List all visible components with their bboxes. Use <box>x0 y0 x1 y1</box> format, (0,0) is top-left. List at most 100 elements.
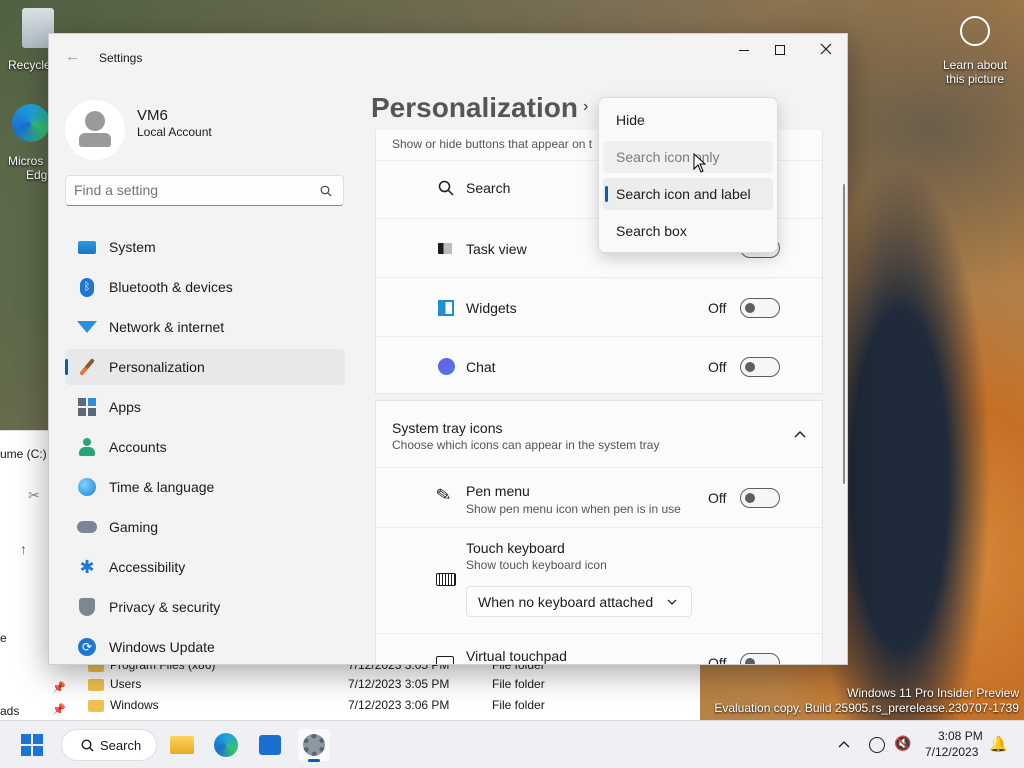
notifications-icon[interactable]: 🔔 <box>989 735 1008 753</box>
sidebar-item-accounts[interactable]: Accounts <box>65 429 345 465</box>
search-field[interactable] <box>65 175 344 206</box>
pin-icon: 📌 <box>52 682 66 694</box>
brush-icon <box>77 357 97 377</box>
system-tray-card: System tray icons Choose which icons can… <box>375 400 823 665</box>
chat-icon <box>438 358 455 375</box>
chevron-up-icon[interactable] <box>838 740 850 748</box>
taskbar-edge[interactable] <box>210 729 242 761</box>
camera-info-icon <box>960 16 990 46</box>
sidebar-item-label: Bluetooth & devices <box>109 279 233 295</box>
taskbar-items-desc: Show or hide buttons that appear on t <box>392 137 593 151</box>
chevron-up-icon[interactable] <box>794 430 806 438</box>
selection-indicator <box>605 186 608 202</box>
avatar[interactable] <box>65 100 125 160</box>
cut-icon[interactable]: ✂ <box>28 487 40 504</box>
taskbar-file-explorer[interactable] <box>166 729 198 761</box>
sidebar-item-bluetooth[interactable]: ᛒ Bluetooth & devices <box>65 269 345 305</box>
sidebar-item-apps[interactable]: Apps <box>65 389 345 425</box>
taskbar-store[interactable] <box>254 729 286 761</box>
explorer-side-label-1: e <box>0 631 7 645</box>
sidebar-item-label: Gaming <box>109 519 159 535</box>
mouse-cursor-icon <box>693 153 706 173</box>
menu-item-search-box[interactable]: Search box <box>603 215 773 247</box>
task-view-icon <box>438 243 452 254</box>
table-row[interactable]: Users 7/12/2023 3:05 PM File folder <box>88 677 545 691</box>
sidebar-item-gaming[interactable]: Gaming <box>65 509 345 545</box>
search-input[interactable] <box>74 182 304 198</box>
touchpad-icon <box>436 656 454 664</box>
virtual-touchpad-state: Off <box>708 655 727 665</box>
chat-toggle[interactable] <box>740 357 780 377</box>
sidebar-item-label: Apps <box>109 399 141 415</box>
pen-menu-desc: Show pen menu icon when pen is in use <box>466 502 681 516</box>
gear-icon <box>303 734 325 756</box>
chat-row[interactable]: Chat Off <box>376 336 822 394</box>
virtual-touchpad-row[interactable]: Virtual touchpad Off <box>376 633 822 665</box>
menu-item-search-icon-only[interactable]: Search icon only <box>603 141 773 173</box>
taskbar: Search 🔇 3:08 PM 7/12/2023 🔔 <box>0 720 1024 768</box>
widgets-toggle[interactable] <box>740 298 780 318</box>
update-icon: ⟳ <box>77 637 97 657</box>
scrollbar[interactable] <box>843 184 845 484</box>
account-type: Local Account <box>137 125 212 139</box>
monitor-icon <box>77 237 97 257</box>
learn-about-picture[interactable]: Learn about this picture <box>934 16 1016 86</box>
pen-menu-row[interactable]: ✎ Pen menu Show pen menu icon when pen i… <box>376 467 822 527</box>
sidebar-item-label: Accessibility <box>109 559 186 575</box>
start-button[interactable] <box>16 729 48 761</box>
virtual-touchpad-toggle[interactable] <box>740 653 780 664</box>
up-arrow-icon[interactable]: ↑ <box>20 541 27 557</box>
task-view-label: Task view <box>466 241 527 257</box>
menu-item-search-icon-and-label[interactable]: Search icon and label <box>603 178 773 210</box>
back-icon[interactable]: ← <box>65 48 80 65</box>
sidebar-item-accessibility[interactable]: ✱ Accessibility <box>65 549 345 585</box>
sidebar-item-windows-update[interactable]: ⟳ Windows Update <box>65 629 345 664</box>
pen-menu-title: Pen menu <box>466 483 530 499</box>
volume-muted-icon[interactable]: 🔇 <box>894 735 911 752</box>
sidebar-item-label: System <box>109 239 156 255</box>
sidebar-item-system[interactable]: System <box>65 229 345 265</box>
sidebar-item-label: Personalization <box>109 359 205 375</box>
chat-label: Chat <box>466 359 496 375</box>
sidebar-item-label: Windows Update <box>109 639 215 655</box>
touch-keyboard-dropdown[interactable]: When no keyboard attached <box>466 586 692 617</box>
sidebar-item-network[interactable]: Network & internet <box>65 309 345 345</box>
pen-menu-state: Off <box>708 490 727 506</box>
watermark-line-1: Windows 11 Pro Insider Preview <box>847 686 1019 700</box>
chevron-down-icon <box>667 599 677 605</box>
watermark-line-2: Evaluation copy. Build 25905.rs_prerelea… <box>714 701 1019 715</box>
system-tray-header[interactable]: System tray icons Choose which icons can… <box>376 401 822 467</box>
folder-icon <box>170 736 194 754</box>
network-icon[interactable] <box>869 737 885 753</box>
taskbar-search-label: Search <box>100 738 142 753</box>
taskbar-search-button[interactable]: Search <box>61 729 157 761</box>
sidebar-item-label: Accounts <box>109 439 167 455</box>
sidebar-item-label: Time & language <box>109 479 215 495</box>
pen-menu-toggle[interactable] <box>740 488 780 508</box>
touch-keyboard-row[interactable]: Touch keyboard Show touch keyboard icon … <box>376 527 822 633</box>
controller-icon <box>77 517 97 537</box>
sidebar-item-label: Network & internet <box>109 319 225 335</box>
sidebar-item-label: Privacy & security <box>109 599 221 615</box>
widgets-row[interactable]: Widgets Off <box>376 277 822 336</box>
pen-icon: ✎ <box>434 483 453 507</box>
person-icon <box>77 437 97 457</box>
sidebar-item-time[interactable]: Time & language <box>65 469 345 505</box>
table-row[interactable]: Windows 7/12/2023 3:06 PM File folder <box>88 698 545 712</box>
clock-date[interactable]: 7/12/2023 <box>925 745 978 759</box>
search-icon <box>438 180 454 196</box>
windows-logo-icon <box>21 734 43 756</box>
folder-icon <box>88 678 104 691</box>
pin-icon: 📌 <box>52 704 66 716</box>
selection-indicator <box>65 359 68 375</box>
sidebar-item-personalization[interactable]: Personalization <box>65 349 345 385</box>
edge-icon <box>214 733 238 757</box>
dropdown-value: When no keyboard attached <box>478 594 654 610</box>
breadcrumb-chevron-icon: › <box>583 98 589 115</box>
taskbar-settings[interactable] <box>298 729 330 762</box>
virtual-touchpad-title: Virtual touchpad <box>466 648 567 664</box>
sidebar-item-privacy[interactable]: Privacy & security <box>65 589 345 625</box>
menu-item-hide[interactable]: Hide <box>603 104 773 136</box>
clock-time[interactable]: 3:08 PM <box>938 729 983 743</box>
sidebar: VM6 Local Account System ᛒ Bluetooth & d… <box>49 80 359 664</box>
